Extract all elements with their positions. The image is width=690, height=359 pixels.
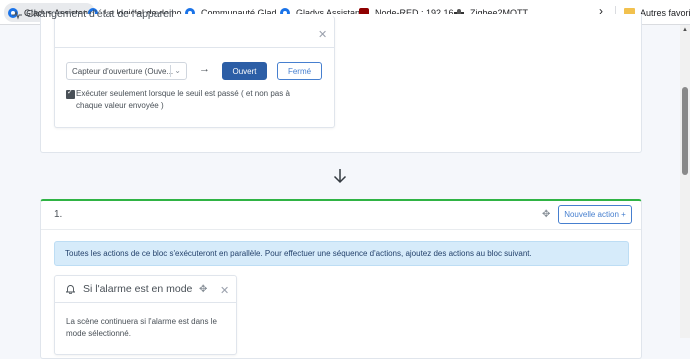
trigger-card-title: Changement d'état de l'appareil	[26, 8, 174, 20]
arrow-right-icon: →	[199, 63, 210, 75]
alarm-card-description: La scène continuera si l'alarme est dans…	[66, 317, 217, 338]
move-icon[interactable]: ✥	[199, 284, 207, 295]
alarm-card-title: Si l'alarme est en mode	[83, 283, 193, 295]
select-divider	[170, 65, 171, 77]
block-header-divider	[41, 229, 641, 230]
device-select-value: Capteur d'ouverture (Ouve...	[72, 67, 174, 76]
threshold-label: Exécuter seulement lorsque le seuil est …	[76, 89, 290, 110]
scrollbar-thumb[interactable]	[682, 87, 688, 175]
activity-icon	[12, 10, 22, 23]
close-icon[interactable]: ✕	[318, 28, 327, 41]
closed-state-button[interactable]: Fermé	[277, 62, 322, 80]
parallel-info-alert: Toutes les actions de ce bloc s'exécuter…	[54, 241, 629, 266]
action-block-number: 1.	[54, 209, 63, 220]
bookmark-label: Autres favoris	[640, 7, 690, 18]
new-action-button[interactable]: Nouvelle action +	[558, 205, 632, 224]
chevron-down-icon: ⌄	[174, 66, 181, 75]
threshold-checkbox[interactable]	[66, 88, 75, 99]
scroll-up-icon[interactable]: ▲	[682, 27, 688, 33]
move-icon[interactable]: ✥	[542, 209, 550, 220]
arrow-down-icon	[333, 168, 347, 189]
page-scrollbar[interactable]	[680, 25, 690, 338]
device-select[interactable]: Capteur d'ouverture (Ouve... ⌄	[66, 62, 187, 80]
trigger-card-header	[55, 16, 334, 48]
close-icon[interactable]: ✕	[220, 284, 229, 297]
open-state-button[interactable]: Ouvert	[222, 62, 267, 80]
bell-icon	[65, 284, 76, 296]
